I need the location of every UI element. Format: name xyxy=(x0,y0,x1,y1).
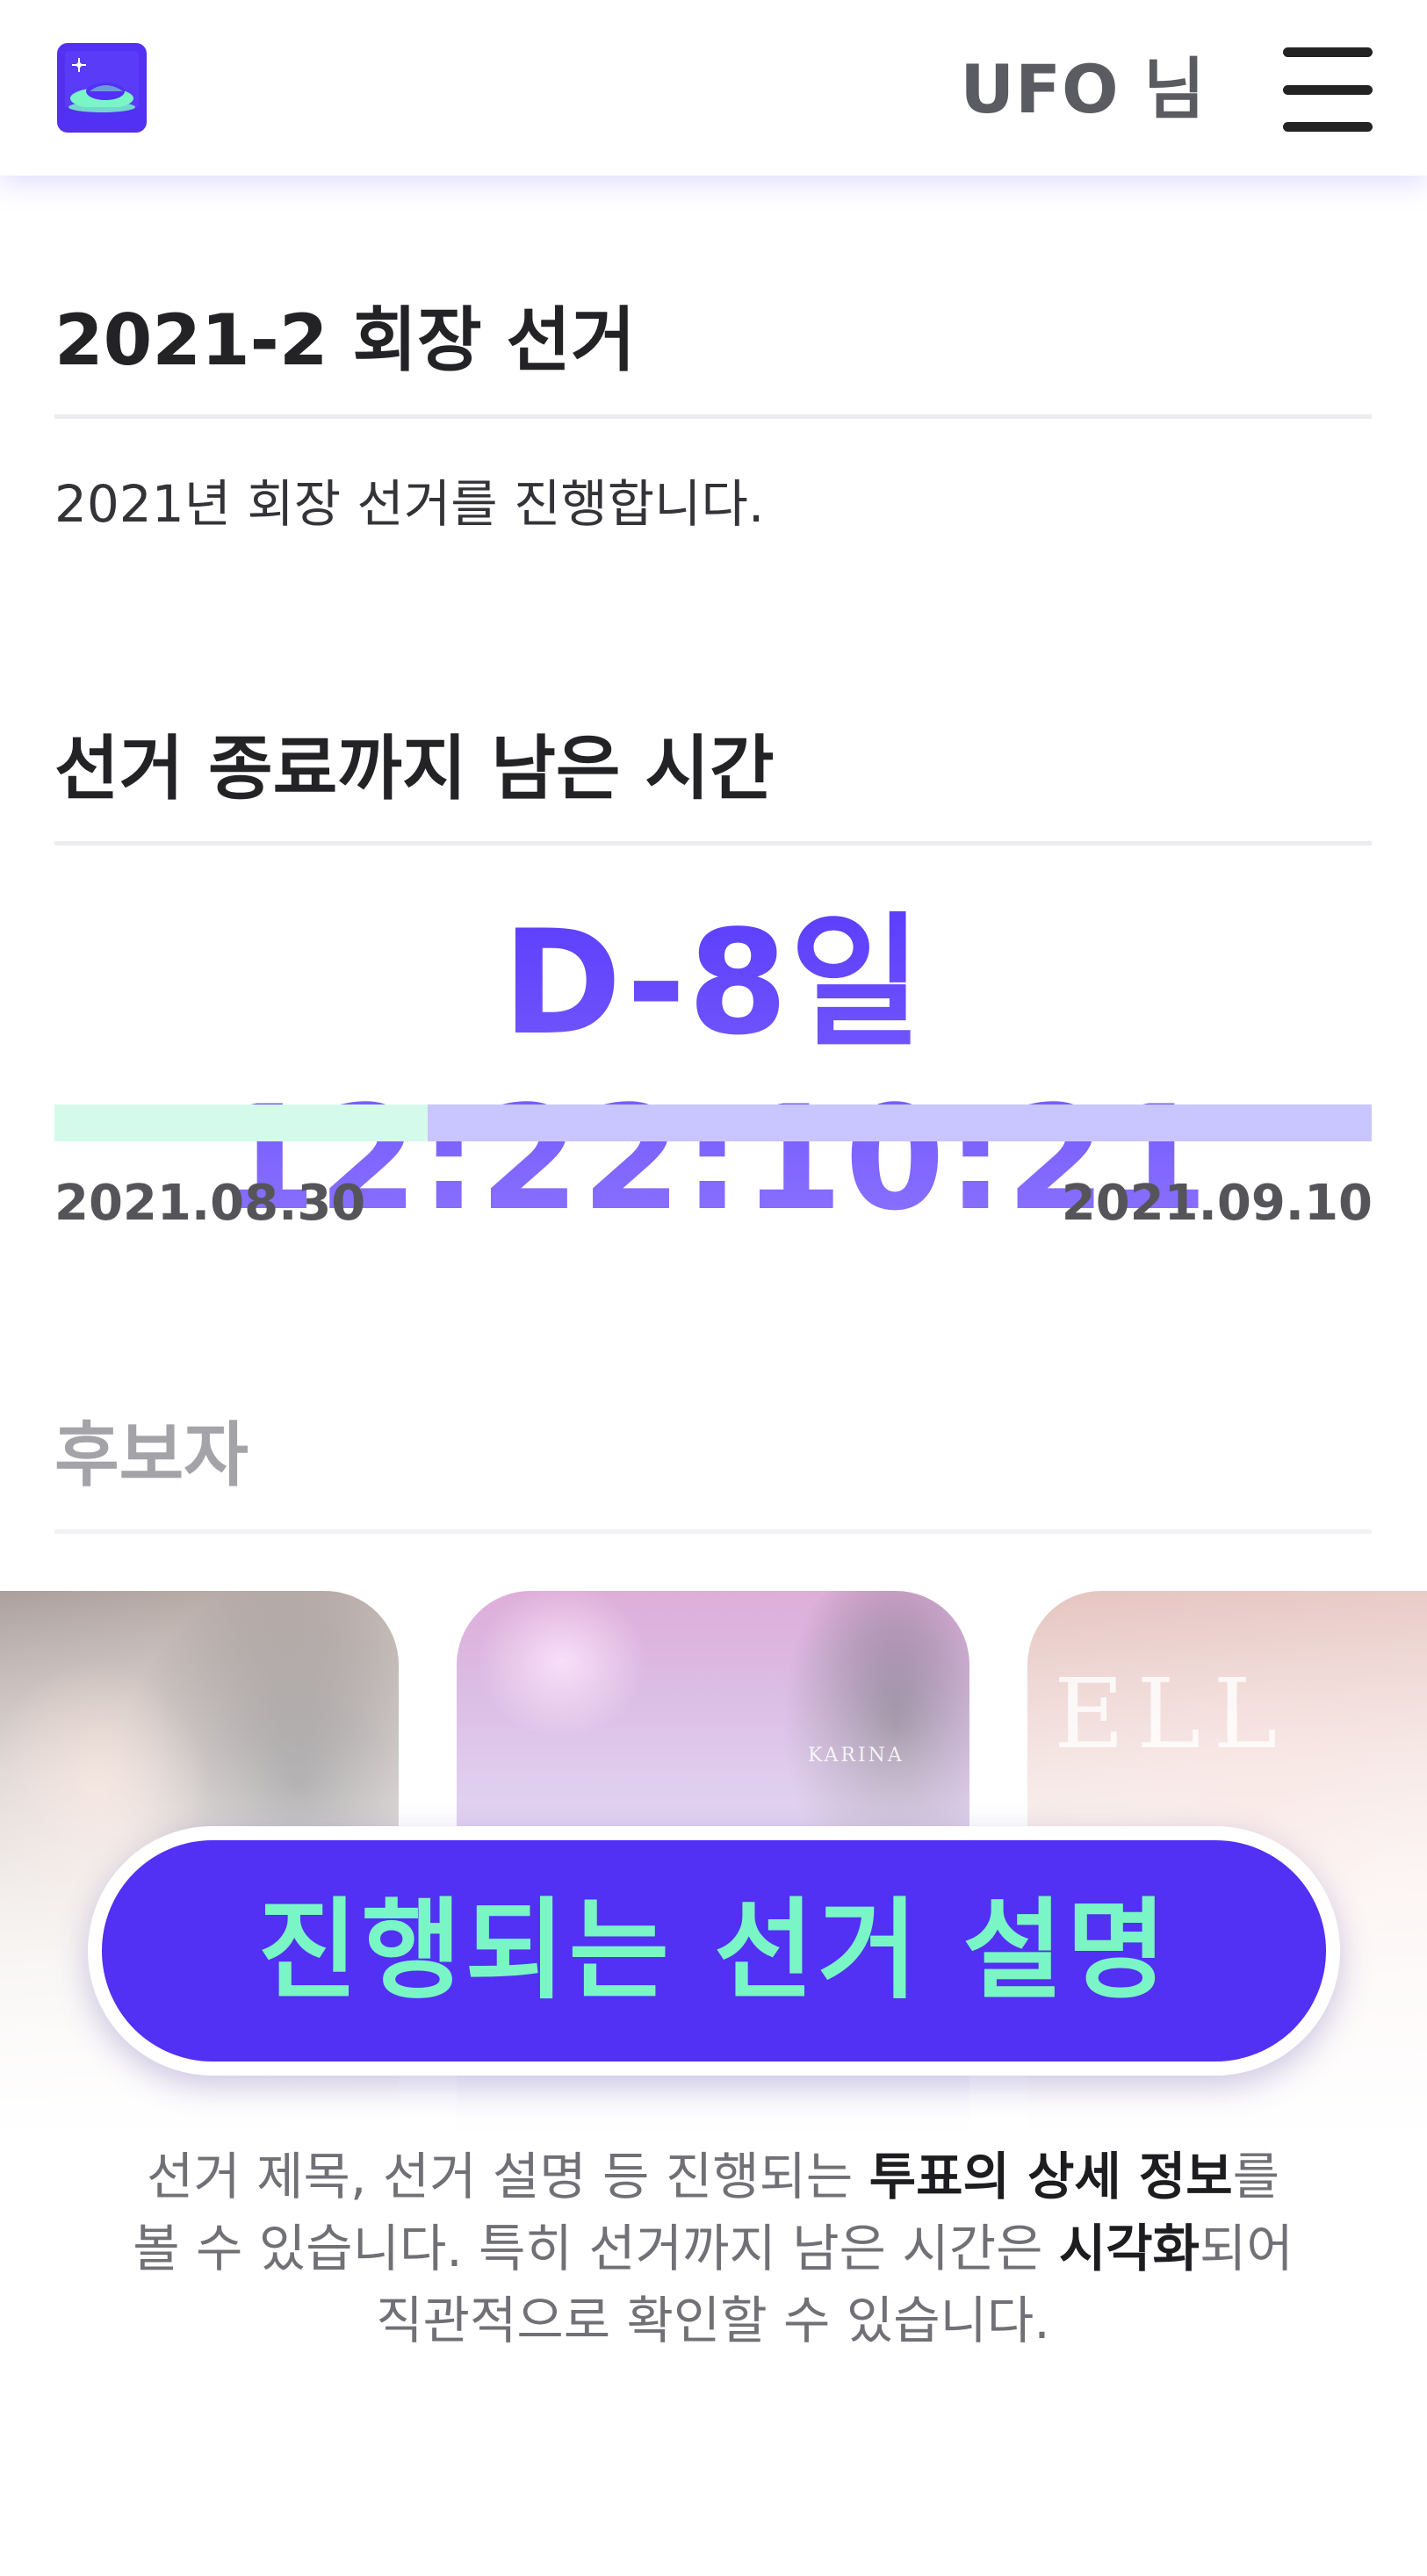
explanation-text: 되어 xyxy=(1199,2219,1294,2278)
explanation-line-1: 선거 제목, 선거 설명 등 진행되는 투표의 상세 정보를 xyxy=(54,2141,1372,2213)
hamburger-menu-icon[interactable] xyxy=(1283,47,1373,132)
menu-line xyxy=(1283,47,1373,57)
election-detail-page: UFO 님 2021-2 회장 선거 2021년 회장 선거를 진행합니다. 선… xyxy=(0,0,1427,2576)
explanation-line-3: 직관적으로 확인할 수 있습니다. xyxy=(376,2291,1050,2350)
election-description: 2021년 회장 선거를 진행합니다. xyxy=(54,474,765,534)
app-header: UFO 님 xyxy=(0,0,1427,176)
feature-explanation: 선거 제목, 선거 설명 등 진행되는 투표의 상세 정보를 볼 수 있습니다.… xyxy=(54,2141,1372,2357)
explanation-line-2: 볼 수 있습니다. 특히 선거까지 남은 시간은 시각화되어 xyxy=(54,2213,1372,2285)
divider xyxy=(54,1529,1372,1534)
menu-line xyxy=(1283,84,1373,95)
menu-line xyxy=(1283,122,1373,132)
explanation-text: 볼 수 있습니다. 특히 선거까지 남은 시간은 xyxy=(133,2219,1059,2278)
election-explanation-button-wrapper: 진행되는 선거 설명 xyxy=(88,1826,1340,2076)
divider xyxy=(54,414,1372,419)
candidate-card-label: KARINA xyxy=(808,1745,904,1767)
explanation-text: 를 xyxy=(1232,2147,1280,2206)
start-date: 2021.08.30 xyxy=(54,1175,366,1232)
election-progress-fill xyxy=(54,1105,428,1141)
candidates-title: 후보자 xyxy=(54,1414,249,1496)
end-date: 2021.09.10 xyxy=(1061,1175,1373,1232)
user-name[interactable]: UFO 님 xyxy=(960,46,1206,133)
candidate-card-label: ELL xyxy=(1054,1658,1290,1770)
explanation-text: 선거 제목, 선거 설명 등 진행되는 xyxy=(146,2147,869,2206)
explanation-highlight: 시각화 xyxy=(1058,2219,1200,2278)
countdown-title: 선거 종료까지 남은 시간 xyxy=(54,728,775,809)
election-explanation-button[interactable]: 진행되는 선거 설명 xyxy=(102,1840,1326,2062)
election-progress-bar xyxy=(54,1105,1372,1141)
ufo-logo-icon[interactable] xyxy=(54,40,149,135)
explanation-highlight: 투표의 상세 정보 xyxy=(868,2147,1233,2206)
divider xyxy=(54,841,1372,845)
election-title: 2021-2 회장 선거 xyxy=(54,299,636,381)
election-explanation-button-label: 진행되는 선거 설명 xyxy=(257,1888,1171,2014)
